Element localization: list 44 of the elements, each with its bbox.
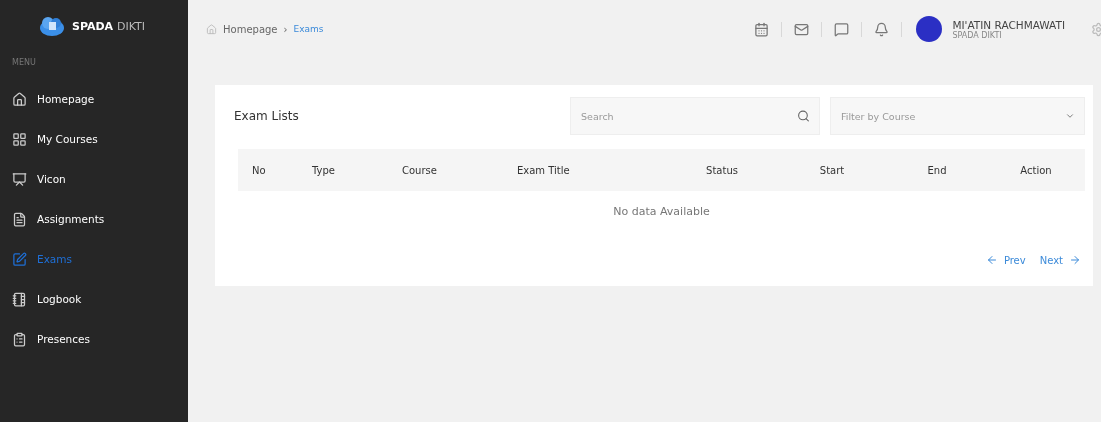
column-header: End [926,164,948,176]
course-filter-dropdown[interactable]: Filter by Course [830,97,1085,135]
book-icon [12,291,27,307]
chevron-down-icon [1065,111,1075,121]
chat-icon[interactable] [834,21,850,37]
column-header: Action [1019,164,1053,176]
mail-icon[interactable] [794,21,810,37]
column-header: Course [402,164,438,176]
screen-icon [12,171,27,187]
prev-link[interactable]: Prev [985,254,1026,266]
grid-icon [12,131,27,147]
edit-icon [12,251,27,267]
list-icon [12,331,27,347]
sidebar-item[interactable]: My Courses [12,119,188,159]
doc-icon [12,211,27,227]
menu-label: MENU [12,58,37,67]
arrow-right-icon [1069,254,1081,266]
brand-name: SPADA DIKTI [72,19,146,33]
breadcrumb-link[interactable]: Homepage [223,23,278,35]
chevron-separator: › [283,23,288,35]
cloud-logo-icon [38,15,66,37]
column-header: Status [705,164,739,176]
user-role: SPADA DIKTI [952,30,1003,40]
next-link[interactable]: Next [1039,254,1081,266]
column-header: Start [818,164,846,176]
empty-message: No data Available [613,205,710,218]
column-header: No [252,164,267,176]
calendar-icon[interactable] [754,21,770,37]
card-title: Exam Lists [234,109,300,123]
sidebar-item[interactable]: Presences [12,319,188,359]
home-icon [206,23,217,35]
column-header: Type [312,164,336,176]
user-name: MI'ATIN RACHMAWATI [952,18,1065,31]
sidebar-item[interactable]: Assignments [12,199,188,239]
arrow-left-icon [985,254,998,266]
bell-icon[interactable] [874,21,890,37]
sidebar-item[interactable]: Logbook [12,279,188,319]
home-icon [12,91,27,107]
sidebar-item[interactable]: Vicon [12,159,188,199]
column-header: Exam Title [517,164,571,176]
search-field[interactable]: Search [570,97,820,135]
avatar[interactable] [916,16,943,42]
search-icon [797,109,810,123]
sidebar-item[interactable]: Homepage [12,79,188,119]
